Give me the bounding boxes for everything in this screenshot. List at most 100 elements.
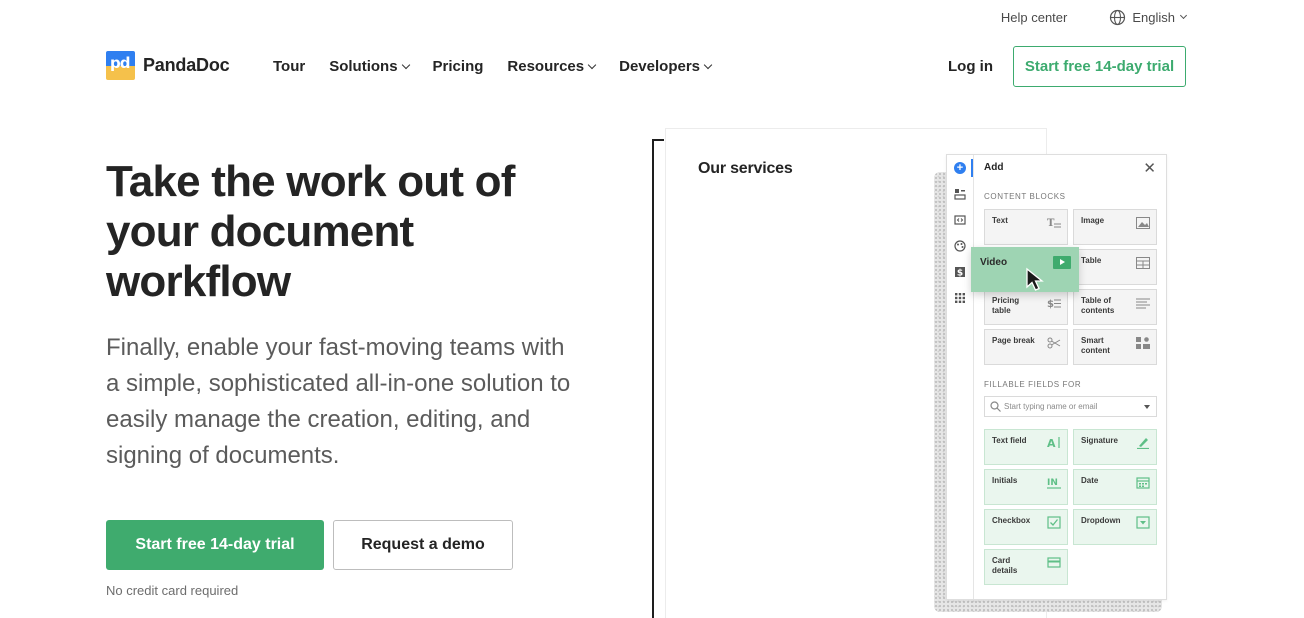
- chevron-down-icon: [1179, 11, 1188, 20]
- scissors-icon: [1047, 337, 1061, 349]
- block-label: Table of: [1081, 296, 1112, 305]
- field-label: Initials: [992, 476, 1018, 485]
- svg-text:T: T: [1047, 218, 1055, 229]
- calendar-icon: [1136, 477, 1150, 489]
- nav-label: Tour: [273, 58, 306, 75]
- pandadoc-logo-mark: pd: [106, 51, 135, 80]
- embed-icon[interactable]: [954, 214, 966, 226]
- field-label: Checkbox: [992, 516, 1031, 525]
- content-blocks-label: CONTENT BLOCKS: [984, 192, 1066, 201]
- field-label: Signature: [1081, 436, 1118, 445]
- fillable-fields-label: FILLABLE FIELDS FOR: [984, 380, 1082, 389]
- signature-field-block[interactable]: Signature: [1073, 429, 1157, 465]
- pricing-icon[interactable]: $: [954, 266, 966, 278]
- text-block[interactable]: Text T: [984, 209, 1068, 245]
- nav-label: Pricing: [432, 58, 484, 75]
- login-link[interactable]: Log in: [948, 58, 993, 75]
- nav-item-resources[interactable]: Resources: [507, 58, 597, 75]
- add-panel: + $ Add ✕ CONTENT BLOCKS Text T Image Ta…: [946, 154, 1167, 600]
- image-block[interactable]: Image: [1073, 209, 1157, 245]
- panel-rail: + $: [947, 155, 974, 599]
- nav-label: Solutions: [329, 58, 398, 75]
- text-field-block[interactable]: Text field A: [984, 429, 1068, 465]
- document-edge: [652, 139, 664, 618]
- nav-item-tour[interactable]: Tour: [273, 58, 305, 75]
- field-label: Card: [992, 556, 1011, 565]
- block-label: content: [1081, 346, 1110, 355]
- request-demo-button[interactable]: Request a demo: [333, 520, 513, 570]
- hero-title: Take the work out of your document workf…: [106, 157, 515, 306]
- nav-label: Resources: [507, 58, 585, 75]
- svg-text:IN: IN: [1047, 478, 1058, 488]
- table-block[interactable]: Table: [1073, 249, 1157, 285]
- cursor-icon: [1026, 267, 1044, 291]
- logo-glyph: pd: [110, 54, 131, 72]
- nav-item-pricing[interactable]: Pricing: [433, 58, 484, 75]
- blocks-icon[interactable]: [954, 188, 966, 200]
- hero-subtitle: Finally, enable your fast-moving teams w…: [106, 334, 571, 469]
- date-field-block[interactable]: Date: [1073, 469, 1157, 505]
- apps-grid-icon[interactable]: [954, 292, 966, 304]
- toc-block[interactable]: Table of contents: [1073, 289, 1157, 325]
- nav-item-developers[interactable]: Developers: [619, 58, 713, 75]
- language-selector[interactable]: English: [1109, 9, 1188, 26]
- language-label: English: [1132, 10, 1175, 25]
- dropdown-icon: [1136, 516, 1150, 529]
- pandadoc-logo[interactable]: pd PandaDoc: [106, 51, 230, 80]
- initials-icon: IN: [1047, 478, 1061, 489]
- search-icon: [990, 401, 1001, 412]
- dropdown-arrow-icon: [1144, 405, 1150, 409]
- brand-name: PandaDoc: [143, 55, 230, 75]
- svg-text:$: $: [1047, 299, 1054, 309]
- video-icon: [1053, 256, 1071, 269]
- card-details-field-block[interactable]: Card details: [984, 549, 1068, 585]
- field-label: Text field: [992, 436, 1027, 445]
- chevron-down-icon: [587, 60, 597, 69]
- recipient-search-input[interactable]: Start typing name or email: [984, 396, 1157, 417]
- svg-text:A: A: [1047, 437, 1056, 449]
- main-nav: Tour Solutions Pricing Resources Develop…: [273, 58, 713, 75]
- nav-label: Developers: [619, 58, 700, 75]
- page-break-block[interactable]: Page break: [984, 329, 1068, 365]
- start-trial-button[interactable]: Start free 14-day trial: [106, 520, 324, 570]
- no-credit-card-note: No credit card required: [106, 583, 239, 598]
- text-icon: T: [1047, 218, 1061, 229]
- field-label: Date: [1081, 476, 1099, 485]
- pricing-table-icon: $: [1047, 299, 1061, 309]
- smart-content-icon: [1136, 337, 1150, 349]
- block-label: Video: [980, 257, 1008, 268]
- block-label: Smart: [1081, 336, 1104, 345]
- block-label: Table: [1081, 256, 1102, 265]
- search-placeholder: Start typing name or email: [1004, 402, 1098, 411]
- header-trial-button[interactable]: Start free 14-day trial: [1013, 46, 1186, 87]
- palette-icon[interactable]: [954, 240, 966, 252]
- checkbox-icon: [1047, 516, 1061, 529]
- field-label: details: [992, 566, 1018, 575]
- svg-text:$: $: [957, 269, 963, 279]
- checkbox-field-block[interactable]: Checkbox: [984, 509, 1068, 545]
- document-heading: Our services: [698, 160, 793, 177]
- initials-field-block[interactable]: Initials IN: [984, 469, 1068, 505]
- dropdown-field-block[interactable]: Dropdown: [1073, 509, 1157, 545]
- pen-icon: [1137, 438, 1149, 449]
- toc-icon: [1136, 298, 1150, 309]
- add-icon[interactable]: +: [954, 162, 966, 174]
- block-label: Text: [992, 216, 1008, 225]
- close-icon[interactable]: ✕: [1143, 159, 1156, 177]
- block-label: Page break: [992, 336, 1035, 345]
- block-label: table: [992, 306, 1011, 315]
- chevron-down-icon: [401, 60, 410, 69]
- help-center-link[interactable]: Help center: [1001, 10, 1067, 25]
- pricing-table-block[interactable]: Pricing table $: [984, 289, 1068, 325]
- smart-content-block[interactable]: Smart content: [1073, 329, 1157, 365]
- block-label: Image: [1081, 216, 1105, 225]
- utility-bar: Help center English: [1001, 9, 1188, 26]
- nav-item-solutions[interactable]: Solutions: [329, 58, 410, 75]
- panel-title: Add: [984, 162, 1004, 173]
- card-icon: [1047, 557, 1061, 568]
- text-field-icon: A: [1047, 437, 1060, 449]
- chevron-down-icon: [703, 60, 713, 69]
- image-icon: [1136, 217, 1150, 229]
- field-label: Dropdown: [1081, 516, 1121, 525]
- rail-active-indicator: [971, 159, 973, 177]
